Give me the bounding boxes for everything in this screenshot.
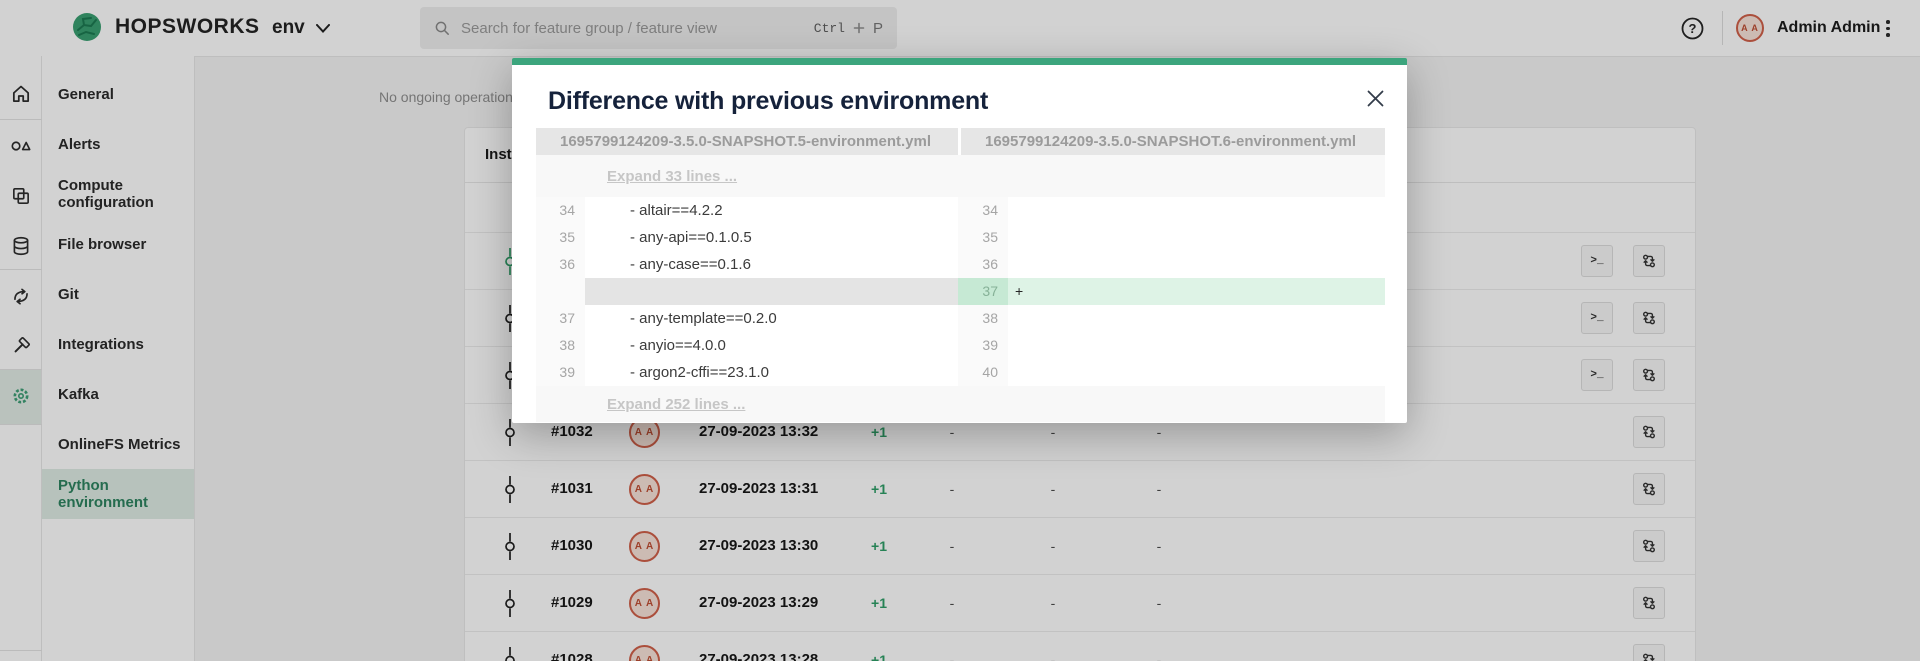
line-content-left: - altair==4.2.2: [585, 197, 958, 224]
line-number-left: 38: [536, 332, 585, 359]
line-content-right: +: [1008, 278, 1385, 305]
diff-line: 38 - anyio==4.0.0 39: [536, 332, 1385, 359]
diff-expand-top-row: Expand 33 lines ...: [536, 155, 1385, 197]
app-window: HOPSWORKS env Ctrl P ? A A A: [0, 0, 1920, 661]
line-number-right: 36: [958, 251, 1008, 278]
line-number-left: [536, 278, 585, 305]
line-number-left: 34: [536, 197, 585, 224]
diff-file-left: 1695799124209-3.5.0-SNAPSHOT.5-environme…: [536, 128, 958, 155]
diff-line: 35 - any-api==0.1.0.5 35: [536, 224, 1385, 251]
line-content-left: - any-api==0.1.0.5: [585, 224, 958, 251]
modal-title: Difference with previous environment: [548, 87, 988, 116]
line-content-left: [585, 278, 958, 305]
line-content-right: [1008, 224, 1385, 251]
added-marker: +: [1015, 278, 1023, 305]
line-number-right: 34: [958, 197, 1008, 224]
diff-viewer: 1695799124209-3.5.0-SNAPSHOT.5-environme…: [536, 128, 1385, 422]
line-content-right: [1008, 251, 1385, 278]
line-number-right: 38: [958, 305, 1008, 332]
line-content-left: - any-case==0.1.6: [585, 251, 958, 278]
line-content-right: [1008, 197, 1385, 224]
diff-expand-bottom-row: Expand 252 lines ...: [536, 386, 1385, 422]
line-number-right: 39: [958, 332, 1008, 359]
line-content-left: - any-template==0.2.0: [585, 305, 958, 332]
line-number-left: 39: [536, 359, 585, 386]
diff-line: 37 - any-template==0.2.0 38: [536, 305, 1385, 332]
line-content-left: - anyio==4.0.0: [585, 332, 958, 359]
diff-line: 34 - altair==4.2.2 34: [536, 197, 1385, 224]
diff-file-right: 1695799124209-3.5.0-SNAPSHOT.6-environme…: [961, 128, 1385, 155]
line-number-right: 35: [958, 224, 1008, 251]
expand-lines-link[interactable]: Expand 33 lines ...: [607, 168, 737, 185]
line-content-right: [1008, 305, 1385, 332]
expand-lines-link[interactable]: Expand 252 lines ...: [607, 396, 745, 413]
diff-lines: 34 - altair==4.2.2 34 35 - any-api==0.1.…: [536, 197, 1385, 386]
line-content-right: [1008, 359, 1385, 386]
close-icon[interactable]: [1362, 85, 1389, 112]
line-number-left: 36: [536, 251, 585, 278]
line-content-right: [1008, 332, 1385, 359]
line-number-left: 35: [536, 224, 585, 251]
line-number-right: 40: [958, 359, 1008, 386]
diff-line: 36 - any-case==0.1.6 36: [536, 251, 1385, 278]
diff-line: 37 +: [536, 278, 1385, 305]
line-number-right: 37: [958, 278, 1008, 305]
diff-line: 39 - argon2-cffi==23.1.0 40: [536, 359, 1385, 386]
line-number-left: 37: [536, 305, 585, 332]
diff-file-headers: 1695799124209-3.5.0-SNAPSHOT.5-environme…: [536, 128, 1385, 155]
line-content-left: - argon2-cffi==23.1.0: [585, 359, 958, 386]
diff-modal: Difference with previous environment 169…: [512, 58, 1407, 423]
